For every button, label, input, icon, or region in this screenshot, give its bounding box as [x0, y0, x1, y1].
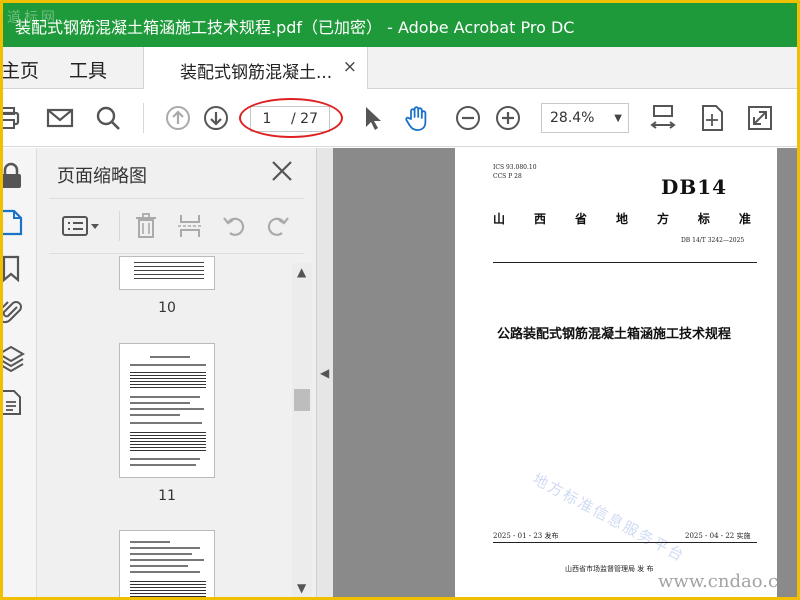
document-icon[interactable]	[3, 388, 25, 416]
scroll-up-icon[interactable]: ▲	[297, 265, 306, 279]
doc-ccs: CCS P 28	[493, 173, 522, 180]
rotate-left-icon[interactable]	[219, 211, 249, 241]
document-view: ICS 93.080.10 CCS P 28 DB14 山 西 省 地 方 标 …	[333, 148, 797, 597]
doc-divider	[493, 542, 757, 543]
doc-divider	[493, 262, 757, 263]
doc-issuer: 山西省市场监督管理局 发 布	[565, 565, 654, 573]
doc-watermark: 地方标准信息服务平台	[529, 469, 689, 566]
page-thumbnails-icon[interactable]	[3, 208, 25, 236]
panel-divider	[119, 211, 120, 241]
hand-tool-icon[interactable]	[403, 103, 433, 133]
pdf-page: ICS 93.080.10 CCS P 28 DB14 山 西 省 地 方 标 …	[455, 148, 777, 597]
thumbnail-scrollbar[interactable]: ▲ ▼	[292, 263, 312, 597]
thumbnail-page-12[interactable]	[119, 530, 215, 597]
rotate-right-icon[interactable]	[263, 211, 293, 241]
annotation-oval	[239, 98, 343, 138]
email-icon[interactable]	[45, 103, 75, 133]
select-cursor-icon[interactable]	[357, 103, 387, 133]
full-screen-icon[interactable]	[745, 103, 775, 133]
doc-title: 公路装配式钢筋混凝土箱涵施工技术规程	[497, 327, 732, 342]
thumbnail-page-10[interactable]	[119, 256, 215, 290]
thumbnails-panel: 页面缩略图 10 11 ▲ ▼	[37, 148, 317, 597]
doc-code: DB 14/T 3242—2025	[681, 237, 745, 244]
chevron-down-icon: ▼	[614, 113, 622, 124]
close-icon[interactable]	[269, 158, 295, 184]
zoom-value: 28.4%	[550, 110, 595, 126]
panel-title: 页面缩略图	[57, 166, 147, 187]
bookmark-icon[interactable]	[3, 254, 25, 283]
fit-width-icon[interactable]	[648, 103, 678, 133]
print-icon[interactable]	[3, 103, 23, 133]
delete-icon[interactable]	[131, 211, 161, 241]
menu-tools[interactable]: 工具	[69, 56, 107, 83]
site-watermark: www.cndao.co	[658, 571, 789, 592]
acrobat-window: 道标网 装配式钢筋混凝土箱涵施工技术规程.pdf（已加密） - Adobe Ac…	[3, 3, 797, 597]
doc-release-date: 2025 - 01 - 23 发布	[493, 532, 559, 540]
toolbar-divider	[143, 103, 144, 133]
panel-collapse-handle[interactable]: ◀	[317, 148, 333, 597]
window-title: 装配式钢筋混凝土箱涵施工技术规程.pdf（已加密） - Adobe Acroba…	[15, 18, 575, 37]
tab-document[interactable]: 装配式钢筋混凝土... ×	[143, 47, 368, 90]
doc-ics: ICS 93.080.10	[493, 164, 537, 171]
toolbar: / 27 28.4% ▼	[3, 89, 797, 147]
zoom-select[interactable]: 28.4% ▼	[541, 103, 629, 133]
menu-home[interactable]: 主页	[3, 56, 39, 83]
previous-page-icon[interactable]	[163, 103, 193, 133]
thumbnail-page-11[interactable]	[119, 343, 215, 478]
fit-page-icon[interactable]	[697, 103, 727, 133]
scroll-down-icon[interactable]: ▼	[297, 581, 306, 595]
next-page-icon[interactable]	[201, 103, 231, 133]
thumbnail-label: 10	[158, 300, 176, 316]
doc-db-logo: DB14	[661, 175, 728, 199]
thumbnail-table	[134, 259, 204, 281]
split-page-icon[interactable]	[175, 211, 205, 241]
panel-toolbar	[49, 198, 304, 254]
menu-bar: 主页 工具 装配式钢筋混凝土... ×	[3, 47, 797, 90]
tab-document-label: 装配式钢筋混凝土...	[180, 63, 333, 83]
close-tab-icon[interactable]: ×	[343, 57, 357, 77]
chevron-left-icon: ◀	[320, 366, 330, 380]
attachment-icon[interactable]	[3, 298, 25, 326]
zoom-in-icon[interactable]	[493, 103, 523, 133]
options-menu-icon[interactable]	[61, 211, 107, 241]
title-bar: 道标网 装配式钢筋混凝土箱涵施工技术规程.pdf（已加密） - Adobe Ac…	[3, 3, 797, 47]
scrollbar-thumb[interactable]	[294, 389, 310, 411]
lock-icon[interactable]	[3, 162, 25, 190]
search-icon[interactable]	[93, 103, 123, 133]
thumbnail-label: 11	[158, 488, 176, 504]
thumbnail-list: 10 11	[37, 256, 292, 597]
layers-icon[interactable]	[3, 344, 25, 373]
doc-province-header: 山 西 省 地 方 标 准	[493, 212, 751, 226]
zoom-out-icon[interactable]	[453, 103, 483, 133]
doc-impl-date: 2025 - 04 - 22 实施	[685, 532, 751, 540]
navigation-rail	[3, 148, 37, 597]
